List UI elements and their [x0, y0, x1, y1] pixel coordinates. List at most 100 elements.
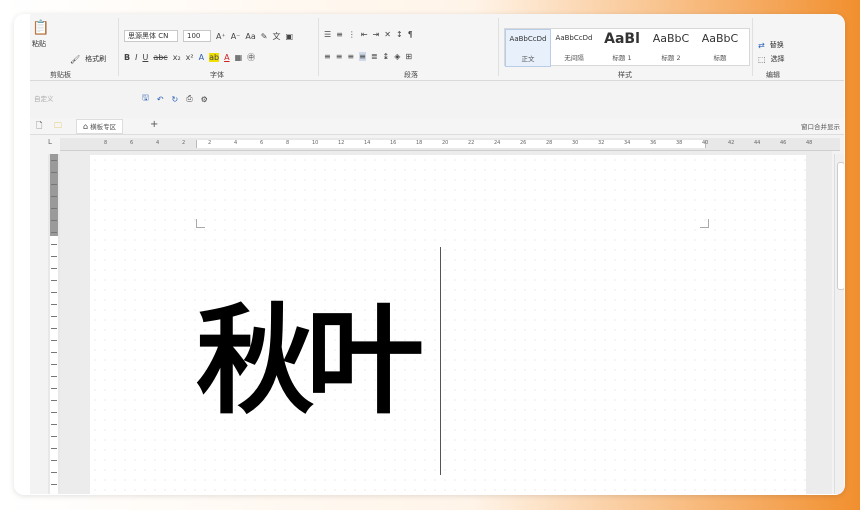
editing-group-label: 编辑	[766, 71, 780, 79]
style-heading-1[interactable]: AaBl 标题 1	[599, 29, 645, 65]
superscript-icon[interactable]: x²	[186, 53, 194, 62]
sort-icon[interactable]: ↕	[396, 30, 403, 39]
text-effect-icon[interactable]: A	[199, 53, 204, 62]
document-tabbar: 🗋 🗀 ⌂ 横板专区 + 窗口合并显示	[30, 118, 844, 135]
grow-font-icon[interactable]: A⁺	[216, 32, 226, 41]
ruler-tick	[51, 460, 57, 461]
font-name-select[interactable]: 思源黑体 CN	[124, 30, 178, 42]
style-normal[interactable]: AaBbCcDd 正文	[505, 29, 551, 67]
divider	[752, 18, 753, 76]
ruler-tick-label: 28	[546, 140, 553, 146]
ruler-tick-label: 22	[468, 140, 475, 146]
undo-icon[interactable]: ↶	[157, 95, 164, 104]
paste-button[interactable]: 粘贴	[32, 39, 46, 49]
ruler-tick-label: 6	[130, 140, 134, 146]
justify-icon[interactable]: ≡	[359, 52, 366, 61]
paste-icon[interactable]: 📋	[32, 20, 49, 36]
ruler-tick	[51, 160, 57, 161]
ruler-tick-label: 44	[754, 140, 761, 146]
divider	[118, 18, 119, 76]
char-border-icon[interactable]: ▣	[285, 32, 293, 41]
ribbon: 📋 粘贴 🖌 格式刷 剪贴板 思源黑体 CN 100 A⁺ A⁻ Aa ✎ 文 …	[30, 14, 844, 81]
underline-icon[interactable]: U	[142, 53, 148, 62]
quick-access-label: 自定义	[34, 95, 54, 103]
ruler-margin	[50, 154, 58, 236]
replace-button[interactable]: 替换	[770, 40, 784, 50]
vertical-scrollbar[interactable]	[834, 154, 844, 494]
italic-icon[interactable]: I	[135, 53, 137, 62]
ruler-tick	[51, 328, 57, 329]
ruler-tick-label: 38	[676, 140, 683, 146]
print-preview-icon[interactable]: ⎙	[186, 94, 192, 104]
strikethrough-icon[interactable]: abc	[153, 53, 167, 62]
style-heading-2[interactable]: AaBbC 标题 2	[647, 29, 695, 65]
format-painter-icon[interactable]: 🖌	[70, 55, 80, 64]
enclose-char-icon[interactable]: ㊥	[247, 52, 255, 63]
chinese-layout-icon[interactable]: ✕	[384, 30, 391, 39]
multilevel-list-icon[interactable]: ⋮	[348, 30, 356, 39]
document-text[interactable]: 秋叶	[196, 291, 424, 431]
borders-icon[interactable]: ⊞	[405, 52, 412, 61]
ruler-tick	[51, 232, 57, 233]
merge-windows-button[interactable]: 窗口合并显示	[801, 121, 840, 131]
ruler-tick	[51, 184, 57, 185]
format-painter-button[interactable]: 格式刷	[85, 54, 106, 64]
ruler-tick-label: 48	[806, 140, 813, 146]
font-size-select[interactable]: 100	[183, 30, 211, 42]
numbering-icon[interactable]: ≡	[336, 30, 343, 39]
crop-mark	[196, 219, 205, 228]
clipboard-group-label: 剪贴板	[50, 71, 71, 79]
ruler-tick-label: 6	[260, 140, 264, 146]
align-left-icon[interactable]: ≡	[324, 52, 331, 61]
ruler-tick	[51, 196, 57, 197]
redo-icon[interactable]: ↻	[172, 95, 179, 104]
ruler-tick	[51, 412, 57, 413]
show-marks-icon[interactable]: ¶	[408, 30, 413, 39]
bullets-icon[interactable]: ☰	[324, 30, 331, 39]
font-color-icon[interactable]: A	[224, 53, 229, 62]
ruler-tick	[51, 424, 57, 425]
align-right-icon[interactable]: ≡	[347, 52, 354, 61]
home-icon: ⌂	[83, 122, 89, 131]
align-center-icon[interactable]: ≡	[336, 52, 343, 61]
add-tab-button[interactable]: +	[150, 119, 158, 130]
phonetic-icon[interactable]: 文	[272, 31, 280, 42]
divider	[498, 18, 499, 76]
document-page[interactable]: 秋叶	[90, 155, 806, 494]
ruler-tick-label: 8	[104, 140, 108, 146]
document-area: 秋叶	[60, 151, 832, 494]
shading-icon[interactable]: ◈	[394, 52, 400, 61]
distributed-icon[interactable]: ≣	[371, 52, 378, 61]
ruler-corner-icon[interactable]: L	[48, 138, 58, 148]
ruler-tick-label: 40	[702, 140, 709, 146]
clear-format-icon[interactable]: ✎	[261, 32, 268, 41]
line-spacing-icon[interactable]: ↨	[383, 52, 390, 61]
horizontal-ruler[interactable]: 8 6 4 2 2 4 6 8 10 12 14 16 18 20 22 24 26 28 30 32 34 36 38 40…	[60, 138, 840, 151]
change-case-button[interactable]: Aa	[245, 32, 255, 41]
ruler-tick	[51, 352, 57, 353]
style-title[interactable]: AaBbC 标题	[697, 29, 743, 65]
tab-template-zone[interactable]: ⌂ 横板专区	[76, 119, 124, 134]
subscript-icon[interactable]: x₂	[173, 53, 181, 62]
ruler-tick	[51, 364, 57, 365]
shrink-font-icon[interactable]: A⁻	[231, 32, 241, 41]
ruler-tick	[51, 304, 57, 305]
ruler-tick	[51, 484, 57, 485]
new-doc-icon[interactable]: 🗋	[36, 120, 42, 134]
ruler-tick-label: 34	[624, 140, 631, 146]
select-button[interactable]: 选择	[771, 54, 785, 64]
replace-icon[interactable]: ⇄	[758, 41, 765, 50]
style-no-spacing[interactable]: AaBbCcDd 无间隔	[551, 29, 597, 65]
open-folder-icon[interactable]: 🗀	[54, 120, 62, 134]
scrollbar-thumb[interactable]	[837, 162, 844, 290]
styles-group-label: 样式	[618, 71, 632, 79]
select-icon[interactable]: ⬚	[758, 55, 766, 64]
ruler-tick	[51, 472, 57, 473]
increase-indent-icon[interactable]: ⇥	[373, 30, 380, 39]
decrease-indent-icon[interactable]: ⇤	[361, 30, 368, 39]
customize-icon[interactable]: ⚙	[201, 95, 208, 104]
bold-icon[interactable]: B	[124, 53, 130, 62]
save-icon[interactable]: 🖫	[142, 92, 149, 106]
char-shading-icon[interactable]: ▦	[235, 53, 243, 62]
highlight-icon[interactable]: ab	[209, 53, 220, 62]
